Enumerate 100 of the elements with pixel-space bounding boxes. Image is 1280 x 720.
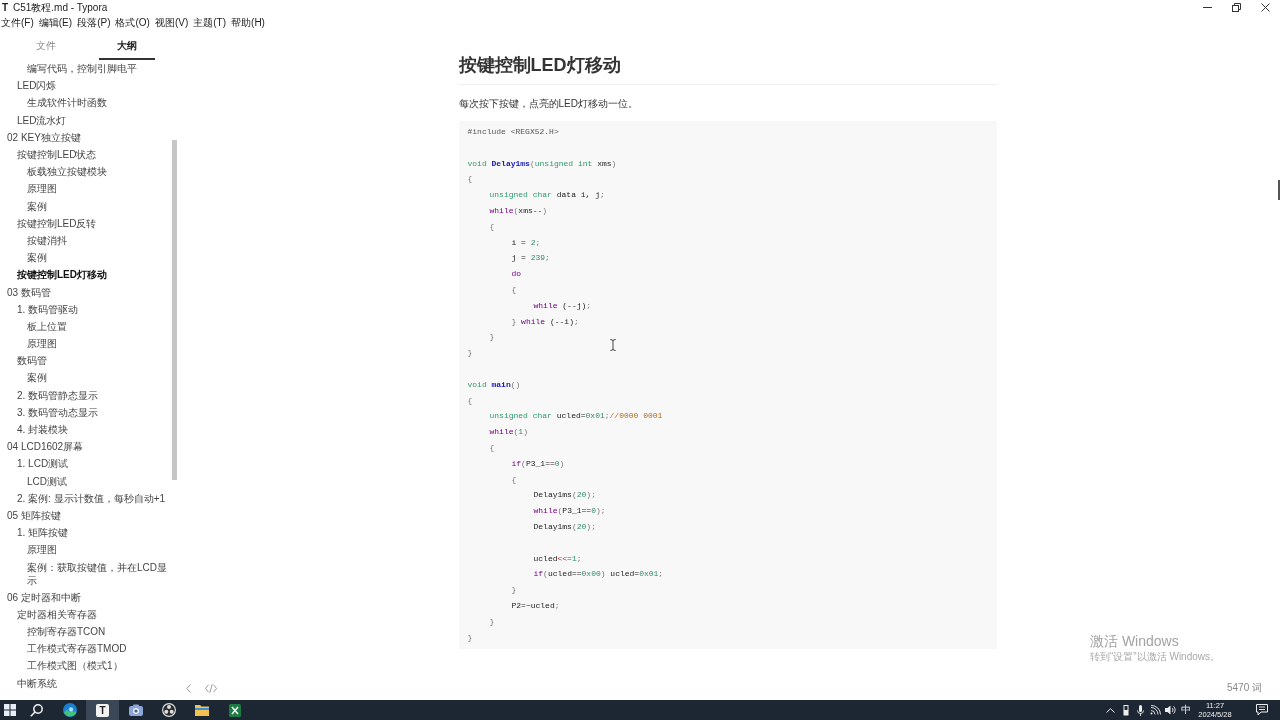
code-line: while (--j);: [533, 299, 592, 312]
code-line: #include <REGX52.H>: [467, 126, 559, 138]
outline-item[interactable]: LCD测试: [27, 472, 67, 490]
window-title: C51教程.md - Typora: [13, 1, 108, 14]
outline-item[interactable]: 按键控制LED反转: [17, 214, 97, 232]
sidebar-tab[interactable]: 大纲: [98, 30, 155, 60]
code-line: do: [511, 268, 522, 281]
outline-item[interactable]: 板上位置: [27, 317, 67, 335]
camera-icon: [128, 704, 143, 716]
code-line: P2=~ucled;: [511, 599, 560, 612]
outline-item[interactable]: LED闪烁: [17, 77, 57, 95]
menu-item[interactable]: 视图(V): [154, 16, 189, 29]
outline-item[interactable]: 工作模式寄存器TMOD: [27, 640, 127, 658]
code-line: }: [489, 615, 495, 628]
outline-item[interactable]: 按键控制LED状态: [17, 145, 97, 164]
folder-icon: [194, 704, 209, 716]
menu-item[interactable]: 格式(O): [115, 16, 150, 29]
outline-item[interactable]: 案例: [27, 249, 47, 267]
menu-item[interactable]: 段落(P): [77, 16, 111, 29]
word-count: 5470 词: [1226, 682, 1262, 694]
code-line: unsigned char ucled=0x01;//0000 0001: [489, 410, 663, 423]
code-line: unsigned char data i, j;: [489, 189, 605, 202]
heading: 按键控制LED灯移动: [458, 54, 621, 77]
code-line: {: [489, 441, 495, 454]
outline-item[interactable]: 05 矩阵按键: [7, 506, 61, 525]
outline-item[interactable]: 案例: [27, 369, 47, 387]
code-line: {: [511, 283, 517, 296]
outline-item[interactable]: 2. 数码管静态显示: [17, 386, 99, 404]
wifi-icon[interactable]: [1150, 705, 1161, 715]
outline-item[interactable]: 数码管: [17, 352, 47, 370]
outline-item[interactable]: 按键消抖: [27, 231, 67, 250]
menu-item[interactable]: 编辑(E): [38, 16, 73, 29]
disc-icon: [161, 703, 176, 717]
outline-item[interactable]: 按键控制LED灯移动: [17, 266, 107, 284]
outline-item[interactable]: 原理图: [27, 335, 57, 353]
app-logo: T: [2, 1, 10, 14]
code-line: } while (--i);: [511, 315, 579, 328]
outline-item[interactable]: 中断系统: [17, 674, 57, 692]
paragraph: 每次按下按键，点亮的LED灯移动一位。: [458, 97, 638, 111]
search-icon: [30, 703, 43, 717]
code-line: if(P3_1==0): [511, 457, 565, 470]
swirl-icon: [62, 703, 77, 717]
outline-item[interactable]: 2. 案例: 显示计数值，每秒自动+1: [17, 489, 166, 507]
code-line: }: [511, 584, 517, 597]
outline-item[interactable]: 原理图: [27, 541, 57, 559]
code-line: if(ucled==0x00) ucled=0x01;: [533, 568, 664, 581]
outline-item[interactable]: 板载独立按键模块: [27, 163, 107, 181]
four-squares-icon: [4, 704, 16, 716]
code-line: Delay1ms(20);: [533, 489, 596, 502]
code-line: ucled<<=1;: [533, 552, 582, 565]
code-line: }: [467, 347, 473, 360]
code-line: }: [489, 331, 495, 344]
outline-item[interactable]: 03 数码管: [7, 283, 51, 301]
code-line: while(P3_1==0);: [533, 505, 606, 518]
outline-item[interactable]: 工作模式图（模式1）: [27, 657, 123, 675]
taskbar-button[interactable]: T: [86, 700, 119, 720]
outline-item[interactable]: 定时器相关寄存器: [17, 605, 97, 623]
outline-item[interactable]: 控制寄存器TCON: [27, 623, 106, 641]
close-icon[interactable]: [1261, 3, 1270, 12]
code-line: {: [467, 394, 473, 407]
activation-title: 激活 Windows: [1090, 633, 1179, 650]
code-line: {: [467, 173, 473, 186]
speaker-icon[interactable]: [1165, 705, 1176, 715]
menu-item[interactable]: 主题(T): [193, 16, 227, 29]
outline-item[interactable]: 02 KEY独立按键: [7, 128, 81, 146]
app-logo: T: [96, 703, 109, 717]
code-line: {: [489, 220, 495, 233]
scrollbar[interactable]: [172, 140, 177, 480]
scrollbar[interactable]: [1278, 180, 1280, 200]
code-line: void main(): [467, 378, 521, 391]
chevron-up-icon[interactable]: [1106, 707, 1115, 713]
outline-item[interactable]: 3. 数码管动态显示: [17, 403, 99, 421]
drive-icon[interactable]: [1122, 704, 1129, 716]
outline-item[interactable]: 06 定时器和中断: [7, 588, 81, 606]
restore-icon[interactable]: [1232, 3, 1241, 12]
outline-item[interactable]: 1. LCD测试: [17, 455, 69, 473]
spreadsheet-icon: [228, 703, 241, 717]
chevron-left-icon[interactable]: [186, 683, 191, 693]
outline-item[interactable]: 生成软件计时函数: [27, 94, 107, 112]
notification-icon[interactable]: [1256, 704, 1268, 716]
sidebar-tab[interactable]: 文件: [17, 30, 74, 60]
outline-item[interactable]: LED流水灯: [17, 111, 67, 129]
input-method-indicator[interactable]: 中: [1181, 704, 1191, 716]
menu-item[interactable]: 帮助(H): [231, 16, 265, 29]
code-line: i = 2;: [511, 236, 541, 249]
code-line: {: [511, 473, 517, 486]
outline-item[interactable]: 1. 数码管驱动: [17, 300, 79, 318]
outline-item[interactable]: 4. 封装模块: [17, 420, 69, 439]
microphone-icon[interactable]: [1137, 704, 1144, 716]
outline-item[interactable]: 原理图: [27, 180, 57, 198]
code-line: while(1): [489, 426, 528, 439]
outline-item[interactable]: 案例：获取按键值，并在LCD显示: [27, 558, 172, 589]
code-line: Delay1ms(20);: [533, 520, 596, 533]
outline-item[interactable]: 04 LCD1602屏幕: [7, 438, 84, 456]
outline-item[interactable]: 1. 矩阵按键: [17, 524, 69, 542]
outline-item[interactable]: 编写代码，控制引脚电平: [27, 60, 137, 78]
menu-item[interactable]: 文件(F): [1, 16, 34, 29]
outline-item[interactable]: 案例: [27, 197, 47, 215]
code-line: }: [467, 631, 473, 644]
activation-message: 转到“设置”以激活 Windows。: [1090, 650, 1220, 663]
